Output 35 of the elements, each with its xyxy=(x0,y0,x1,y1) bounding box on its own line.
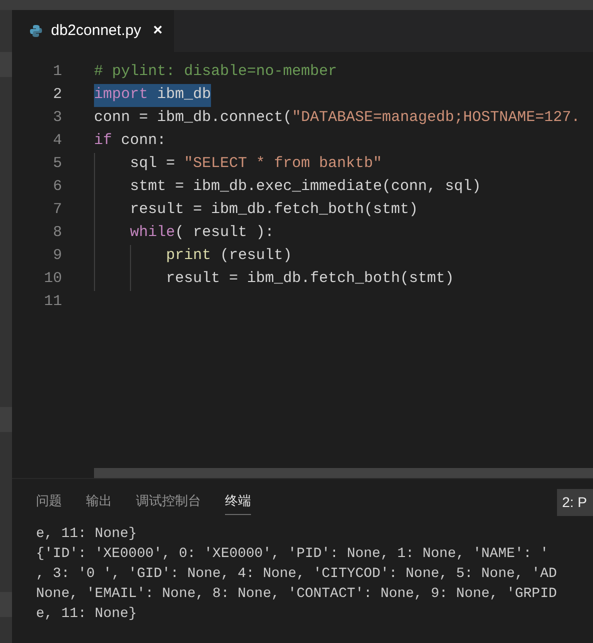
code-line: # pylint: disable=no-member xyxy=(94,62,338,82)
code-line: result = ibm_db.fetch_both(stmt) xyxy=(165,269,454,290)
line-number: 10 xyxy=(42,269,62,290)
code-line: conn = ibm_db.connect("DATABASE=managedb;HOSTNAME=127. xyxy=(94,108,580,128)
close-button[interactable]: × xyxy=(153,23,162,39)
panel-tab[interactable]: 终端 xyxy=(225,484,251,516)
line-number: 4 xyxy=(52,131,62,152)
line-number: 1 xyxy=(52,62,62,82)
terminal-line: e, 11: None} xyxy=(36,525,138,544)
line-number: 11 xyxy=(42,292,62,312)
line-number: 7 xyxy=(52,200,62,220)
editor-tab[interactable]: db2connet.py × xyxy=(12,10,174,52)
terminal-line: None, 'EMAIL': None, 8: None, 'CONTACT': None, 9: None, 'GRPID xyxy=(36,585,558,604)
tab-filename: db2connet.py xyxy=(51,20,142,41)
terminal-line: {'ID': 'XE0000', 0: 'XE0000', 'PID': None, 1: None, 'NAME': ' xyxy=(36,545,550,564)
code-line: result = ibm_db.fetch_both(stmt) xyxy=(129,200,418,220)
code-line: if conn: xyxy=(94,131,166,152)
horizontal-scrollbar[interactable] xyxy=(94,468,593,478)
line-number: 9 xyxy=(52,246,62,266)
line-number: 8 xyxy=(52,223,62,244)
terminal-line: e, 11: None} xyxy=(36,605,138,624)
line-number: 3 xyxy=(52,108,62,128)
panel-tab[interactable]: 输出 xyxy=(86,484,112,516)
terminal-select[interactable]: 2: P xyxy=(557,489,593,516)
code-line: stmt = ibm_db.exec_immediate(conn, sql) xyxy=(129,177,482,198)
line-number: 5 xyxy=(52,154,62,174)
code-line: while( result ): xyxy=(129,223,274,244)
terminal-line: , 3: '0 ', 'GID': None, 4: None, 'CITYCOD': None, 5: None, 'AD xyxy=(36,565,558,584)
code-line: sql = "SELECT * from banktb" xyxy=(129,154,382,174)
python-file-icon xyxy=(29,24,43,38)
code-line: print (result) xyxy=(165,246,292,266)
panel-tab[interactable]: 调试控制台 xyxy=(136,484,201,516)
line-number: 2 xyxy=(52,85,62,106)
line-number: 6 xyxy=(52,177,62,198)
panel-tab[interactable]: 问题 xyxy=(36,484,62,516)
